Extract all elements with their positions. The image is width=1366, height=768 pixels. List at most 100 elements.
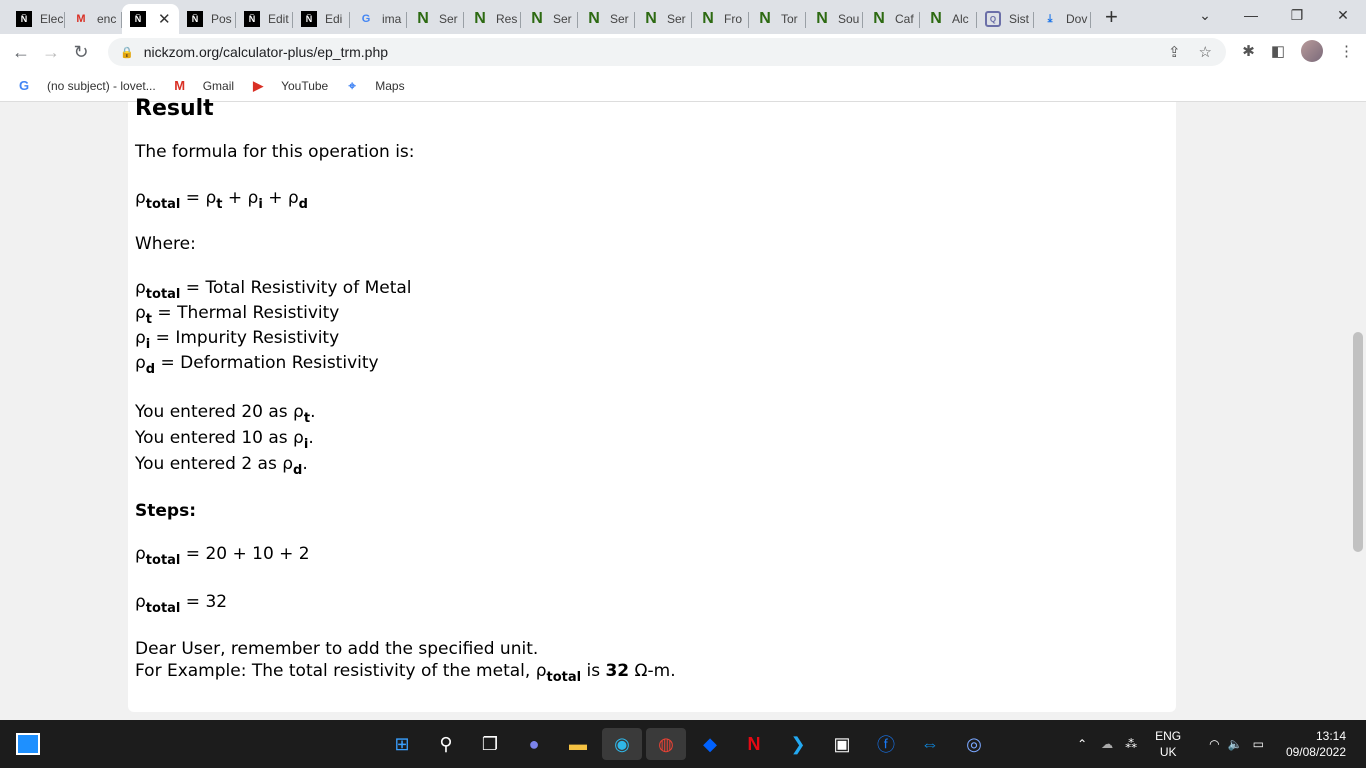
reload-button[interactable]: ↻	[66, 42, 96, 63]
tab-title: Elec	[40, 12, 64, 26]
language-indicator[interactable]: ENG	[1155, 728, 1181, 744]
volume-icon[interactable]: 🔈	[1228, 737, 1243, 751]
tab[interactable]: N Caf	[863, 4, 920, 34]
extensions-icon[interactable]: ✱	[1242, 42, 1255, 60]
start-icon[interactable]: ⊞	[382, 728, 422, 760]
formula-intro: The formula for this operation is:	[135, 142, 415, 162]
menu-icon[interactable]: ⋮	[1339, 42, 1354, 60]
n-icon: N	[759, 10, 771, 27]
google-icon: G	[361, 13, 371, 25]
teamviewer-icon[interactable]: ⇔	[910, 728, 950, 760]
facebook-icon[interactable]: ⓕ	[866, 728, 906, 760]
search-icon[interactable]: ⚲	[426, 728, 466, 760]
tab[interactable]: N̈ Edi	[293, 4, 350, 34]
tab-title: Caf	[895, 12, 914, 26]
task-view-icon[interactable]: ❐	[470, 728, 510, 760]
entered-value-line: You entered 10 as ρi.	[135, 428, 314, 452]
dropbox-icon[interactable]: ◆	[690, 728, 730, 760]
vscode-icon[interactable]: ❯	[778, 728, 818, 760]
window-controls: ⌄ — ❐ ✕	[1182, 0, 1366, 30]
maps-icon: ⌖	[348, 77, 356, 93]
chrome-icon[interactable]: ◍	[646, 728, 686, 760]
nickzom-icon: N̈	[244, 11, 260, 27]
bookmark-star-icon[interactable]: ☆	[1199, 43, 1212, 61]
tab[interactable]: ⤓ Dov	[1034, 4, 1091, 34]
edge-icon[interactable]: ◉	[602, 728, 642, 760]
definition-line: ρd = Deformation Resistivity	[135, 353, 379, 377]
example-note: For Example: The total resistivity of th…	[135, 661, 676, 685]
tab-title: Edi	[325, 12, 343, 26]
share-icon[interactable]: ⇪	[1168, 43, 1181, 61]
definition-line: ρi = Impurity Resistivity	[135, 328, 340, 352]
download-icon: ⤓	[1047, 12, 1053, 25]
show-hidden-icons[interactable]: ⌃	[1077, 737, 1087, 751]
clock-time[interactable]: 13:14	[1286, 728, 1346, 744]
file-explorer-icon[interactable]: ▬	[558, 728, 598, 760]
tab[interactable]: N Tor	[749, 4, 806, 34]
tab[interactable]: N Ser	[407, 4, 464, 34]
nickzom-icon: N̈	[16, 11, 32, 27]
close-window-button[interactable]: ✕	[1320, 7, 1366, 24]
tab[interactable]: N Alc	[920, 4, 977, 34]
teams-chat-icon[interactable]: ●	[514, 728, 554, 760]
tab-title: Ser	[610, 12, 629, 26]
page-content: Result The formula for this operation is…	[0, 96, 1350, 720]
definition-line: ρtotal = Total Resistivity of Metal	[135, 278, 412, 302]
tab-title: Alc	[952, 12, 969, 26]
tab-title: Fro	[724, 12, 742, 26]
tab-title: Sist	[1009, 12, 1030, 26]
widgets-icon[interactable]	[16, 733, 40, 755]
tab-title: Ser	[439, 12, 458, 26]
tab[interactable]: N̈ Pos	[179, 4, 236, 34]
n-icon: N	[474, 10, 486, 27]
restore-button[interactable]: ❐	[1274, 7, 1320, 24]
n-icon: N	[531, 10, 543, 27]
nickzom-icon: N̈	[187, 11, 203, 27]
tab[interactable]: N Res	[464, 4, 521, 34]
dropbox-tray-icon[interactable]: ⁂	[1125, 737, 1137, 751]
tab[interactable]: N Ser	[578, 4, 635, 34]
bookmark-item[interactable]: G (no subject) - lovet...	[16, 78, 156, 94]
entered-value-line: You entered 2 as ρd.	[135, 454, 308, 478]
tab[interactable]: N̈ Edit	[236, 4, 293, 34]
forward-button[interactable]: →	[36, 42, 66, 63]
tab-strip: N̈ Elec Menc N̈ ✕ N̈ Pos N̈ Edit N̈ Edi Gima N Ser N Re…	[0, 0, 1366, 34]
tab[interactable]: N Ser	[635, 4, 692, 34]
steps-label: Steps:	[135, 501, 196, 521]
tab[interactable]: Menc	[65, 4, 122, 34]
tab[interactable]: Q Sist	[977, 4, 1034, 34]
bookmark-item[interactable]: ▶ YouTube	[250, 78, 328, 94]
new-tab-button[interactable]: +	[1105, 4, 1118, 30]
scrollbar[interactable]	[1350, 102, 1366, 720]
url-text: nickzom.org/calculator-plus/ep_trm.php	[143, 44, 389, 60]
tab[interactable]: N̈ ✕	[122, 4, 179, 34]
close-tab-icon[interactable]: ✕	[158, 10, 171, 28]
onedrive-icon[interactable]: ☁	[1101, 737, 1113, 751]
clock-date: 09/08/2022	[1285, 745, 1346, 759]
back-button[interactable]: ←	[6, 42, 36, 63]
tab-search-icon[interactable]: ⌄	[1182, 7, 1228, 24]
scrollbar-thumb[interactable]	[1353, 332, 1363, 552]
avatar[interactable]	[1301, 40, 1323, 62]
tab[interactable]: Gima	[350, 4, 407, 34]
tab-title: Edit	[268, 12, 289, 26]
n-icon: N	[702, 10, 714, 27]
app-icon[interactable]: ◎	[954, 728, 994, 760]
address-bar[interactable]: 🔒 nickzom.org/calculator-plus/ep_trm.php…	[108, 38, 1226, 66]
tab[interactable]: N Sou	[806, 4, 863, 34]
tab[interactable]: N̈ Elec	[8, 4, 65, 34]
minimize-button[interactable]: —	[1228, 7, 1274, 23]
gmail-icon: M	[174, 78, 186, 93]
result-heading: Result	[135, 96, 214, 121]
tab[interactable]: N Ser	[521, 4, 578, 34]
bookmark-item[interactable]: M Gmail	[172, 78, 234, 94]
tab-title: ima	[382, 12, 402, 26]
tab[interactable]: N Fro	[692, 4, 749, 34]
python-icon[interactable]: ▣	[822, 728, 862, 760]
browser-toolbar: ← → ↻ 🔒 nickzom.org/calculator-plus/ep_t…	[0, 34, 1366, 70]
battery-icon[interactable]: ▭	[1253, 737, 1264, 751]
wifi-icon[interactable]: ◠	[1209, 737, 1219, 751]
netflix-icon[interactable]: N	[734, 728, 774, 760]
bookmark-item[interactable]: ⌖ Maps	[344, 77, 405, 94]
side-panel-icon[interactable]: ◧	[1271, 42, 1285, 60]
